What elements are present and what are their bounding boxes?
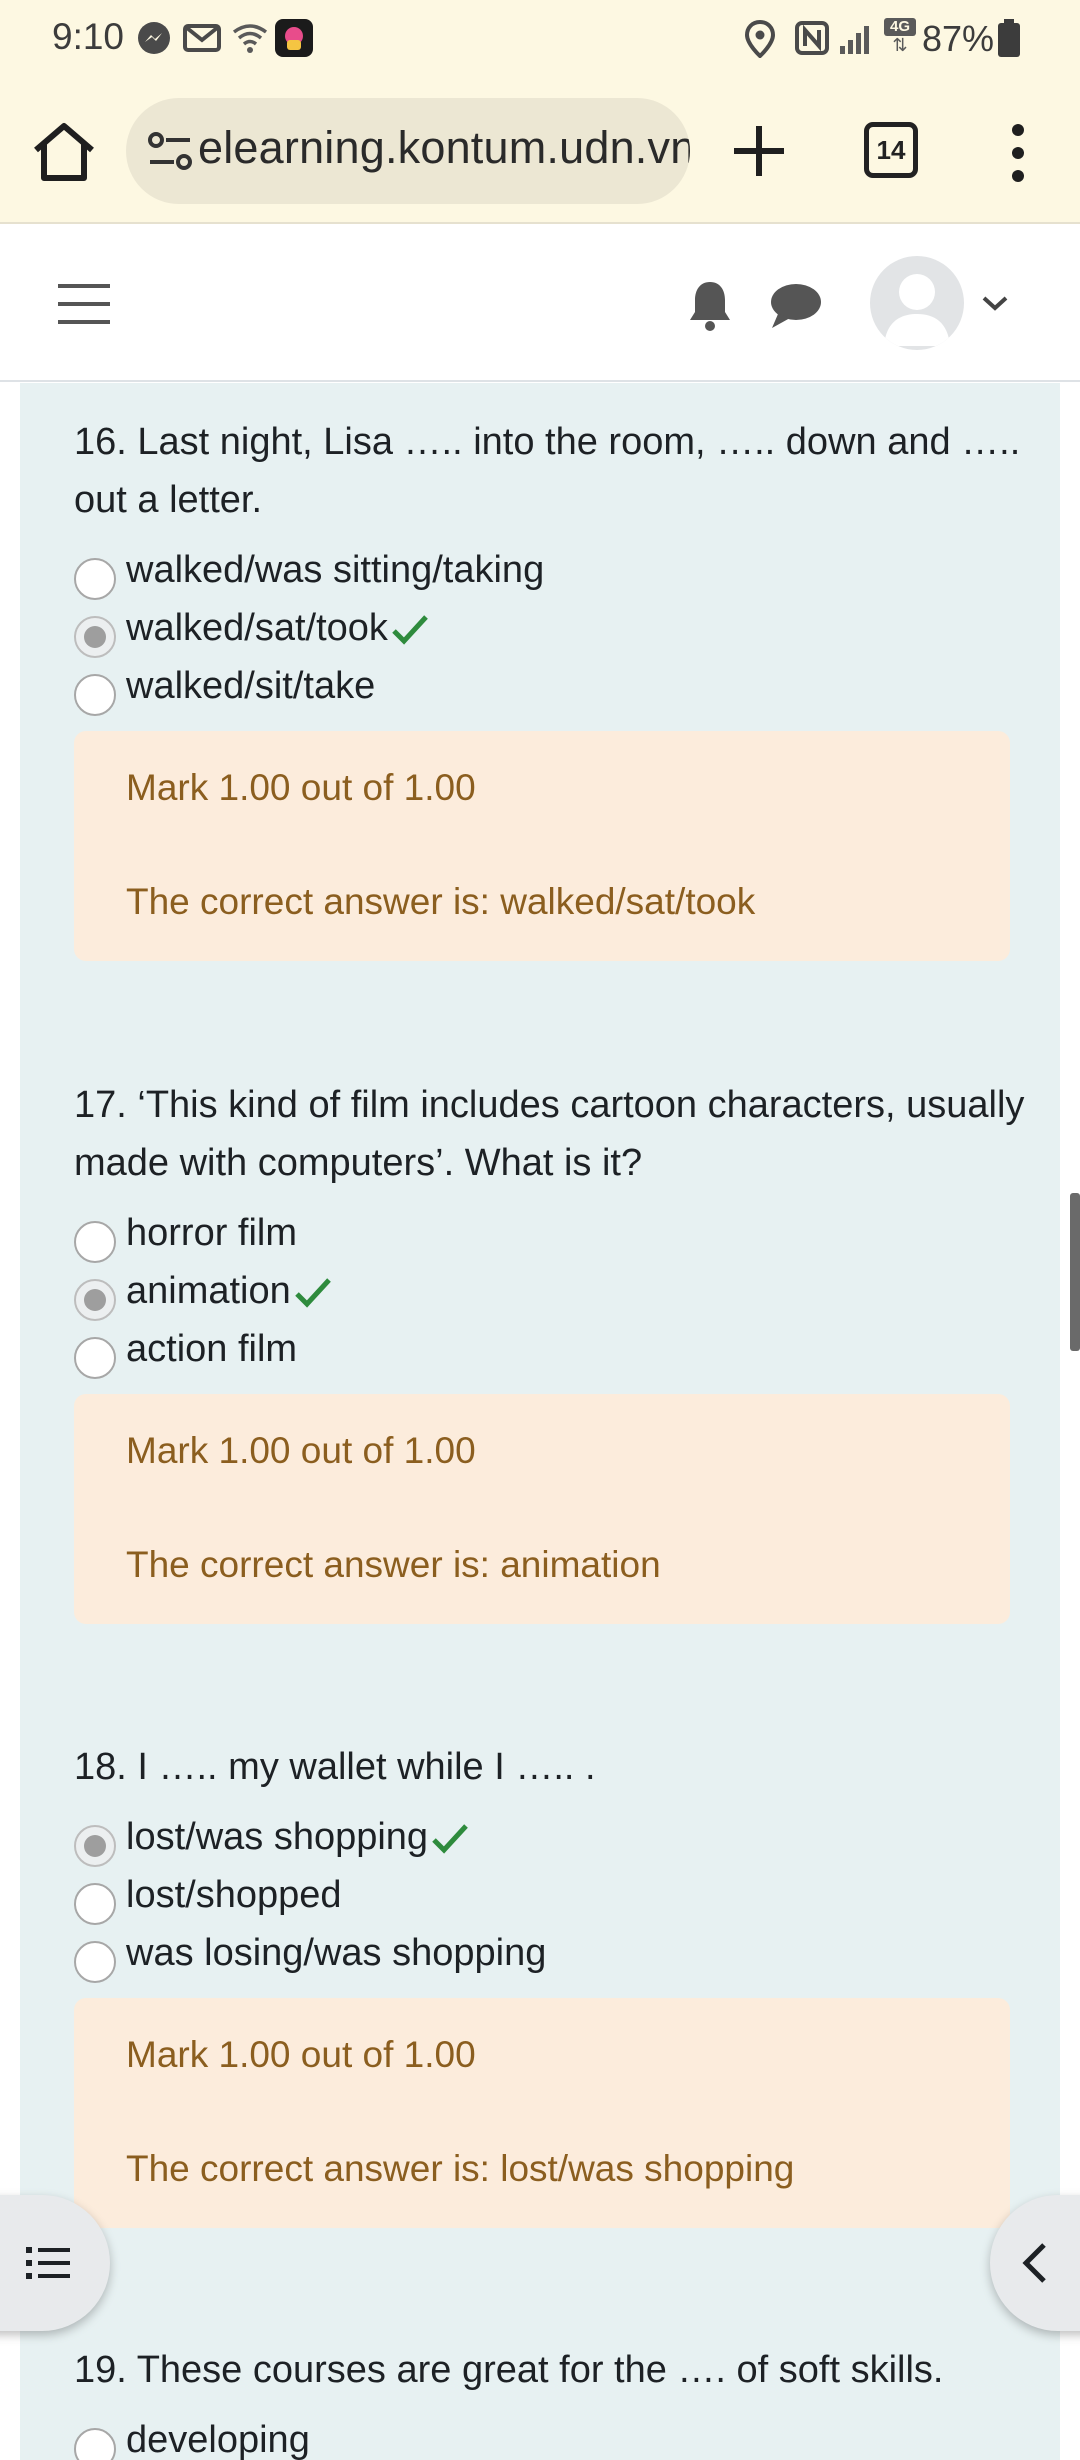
answer-option[interactable]: horror film <box>74 1208 1030 1266</box>
question-19: 19. These courses are great for the …. o… <box>74 2341 1030 2460</box>
answer-label: was losing/was shopping <box>126 1932 547 1974</box>
chevron-left-icon <box>1022 2243 1046 2283</box>
answer-option[interactable]: walked/sit/take <box>74 661 1030 719</box>
answer-option[interactable]: was losing/was shopping <box>74 1928 1030 1986</box>
network-label: 4G <box>884 18 916 36</box>
check-icon <box>432 1824 468 1854</box>
answer-option[interactable]: developing <box>74 2415 1030 2460</box>
check-icon <box>294 1278 331 1308</box>
answer-label-correct: walked/sat/took <box>126 607 430 650</box>
missed-call-icon <box>183 24 221 52</box>
question-text: 17. ‘This kind of film includes cartoon … <box>74 1084 1025 1184</box>
signal-icon <box>840 26 869 54</box>
radio-button-selected[interactable] <box>74 1279 116 1321</box>
answer-text: animation <box>126 1270 291 1312</box>
site-navbar <box>0 226 1080 382</box>
feedback-box: Mark 1.00 out of 1.00 The correct answer… <box>74 1394 1010 1624</box>
answer-option[interactable]: action film <box>74 1324 1030 1382</box>
chevron-down-icon[interactable] <box>980 292 1010 314</box>
radio-button[interactable] <box>74 2428 116 2460</box>
answer-label: walked/was sitting/taking <box>126 549 545 591</box>
check-icon <box>392 615 428 645</box>
answer-label-correct: lost/was shopping <box>126 1816 470 1859</box>
feedback-box: Mark 1.00 out of 1.00 The correct answer… <box>74 731 1010 961</box>
radio-button-selected[interactable] <box>74 616 116 658</box>
mark-text: Mark 1.00 out of 1.00 <box>126 1430 476 1471</box>
status-time: 9:10 <box>52 16 125 57</box>
scrollbar-thumb[interactable] <box>1070 1193 1080 1351</box>
question-17: 17. ‘This kind of film includes cartoon … <box>74 1076 1030 1624</box>
bell-icon[interactable] <box>686 278 734 332</box>
answer-text: walked/sat/took <box>126 607 388 649</box>
radio-button-selected[interactable] <box>74 1825 116 1867</box>
radio-button[interactable] <box>74 1337 116 1379</box>
answer-label: walked/sit/take <box>126 665 376 707</box>
question-18: 18. I ….. my wallet while I ….. . lost/w… <box>74 1738 1030 2228</box>
avatar[interactable] <box>870 256 964 350</box>
answer-option[interactable]: lost/shopped <box>74 1870 1030 1928</box>
answer-list: lost/was shopping lost/shopped was losin… <box>74 1812 1030 1986</box>
address-bar[interactable]: elearning.kontum.udn.vn <box>126 98 690 204</box>
list-icon <box>26 2247 70 2279</box>
chat-icon[interactable] <box>768 280 824 332</box>
app-icon <box>275 19 313 57</box>
question-16: 16. Last night, Lisa ….. into the room, … <box>74 413 1030 961</box>
correct-answer-text: The correct answer is: lost/was shopping <box>126 2148 795 2189</box>
feedback-box: Mark 1.00 out of 1.00 The correct answer… <box>74 1998 1010 2228</box>
answer-option[interactable]: lost/was shopping <box>74 1812 1030 1870</box>
radio-button[interactable] <box>74 1941 116 1983</box>
tab-switcher-button[interactable]: 14 <box>864 122 918 178</box>
battery-percent: 87% <box>922 18 995 59</box>
answer-list: walked/was sitting/taking walked/sat/too… <box>74 545 1030 719</box>
answer-list: developing <box>74 2415 1030 2460</box>
answer-label-correct: animation <box>126 1270 333 1313</box>
answer-list: horror film animation action film <box>74 1208 1030 1382</box>
hamburger-icon[interactable] <box>56 280 112 328</box>
browser-toolbar: elearning.kontum.udn.vn 14 <box>0 80 1080 224</box>
radio-button[interactable] <box>74 674 116 716</box>
answer-label: horror film <box>126 1212 298 1254</box>
site-info-icon[interactable] <box>146 128 196 174</box>
answer-label: developing <box>126 2419 310 2460</box>
answer-text: lost/was shopping <box>126 1816 429 1858</box>
answer-option[interactable]: walked/sat/took <box>74 603 1030 661</box>
question-text: 19. These courses are great for the …. o… <box>74 2349 944 2391</box>
plus-icon[interactable] <box>726 118 792 184</box>
status-bar: 9:10 4G ⇅ 87% <box>0 0 1080 80</box>
radio-button[interactable] <box>74 558 116 600</box>
home-icon[interactable] <box>30 120 98 184</box>
correct-answer-text: The correct answer is: animation <box>126 1544 661 1585</box>
radio-button[interactable] <box>74 1221 116 1263</box>
nfc-icon <box>795 21 829 55</box>
network-type: 4G ⇅ <box>884 18 916 58</box>
correct-answer-text: The correct answer is: walked/sat/took <box>126 881 756 922</box>
battery-icon <box>998 19 1020 57</box>
question-text: 18. I ….. my wallet while I ….. . <box>74 1746 596 1788</box>
answer-label: lost/shopped <box>126 1874 342 1916</box>
wifi-icon <box>232 24 268 53</box>
url-text: elearning.kontum.udn.vn <box>198 122 690 173</box>
avatar-icon <box>884 274 950 346</box>
mark-text: Mark 1.00 out of 1.00 <box>126 767 476 808</box>
question-text: 16. Last night, Lisa ….. into the room, … <box>74 421 1021 521</box>
answer-label: action film <box>126 1328 298 1370</box>
answer-option[interactable]: animation <box>74 1266 1030 1324</box>
messenger-icon <box>138 22 170 54</box>
radio-button[interactable] <box>74 1883 116 1925</box>
more-vert-icon[interactable] <box>998 120 1038 186</box>
location-icon <box>744 20 776 58</box>
answer-option[interactable]: walked/was sitting/taking <box>74 545 1030 603</box>
quiz-review-content: 16. Last night, Lisa ….. into the room, … <box>20 383 1060 2460</box>
mark-text: Mark 1.00 out of 1.00 <box>126 2034 476 2075</box>
